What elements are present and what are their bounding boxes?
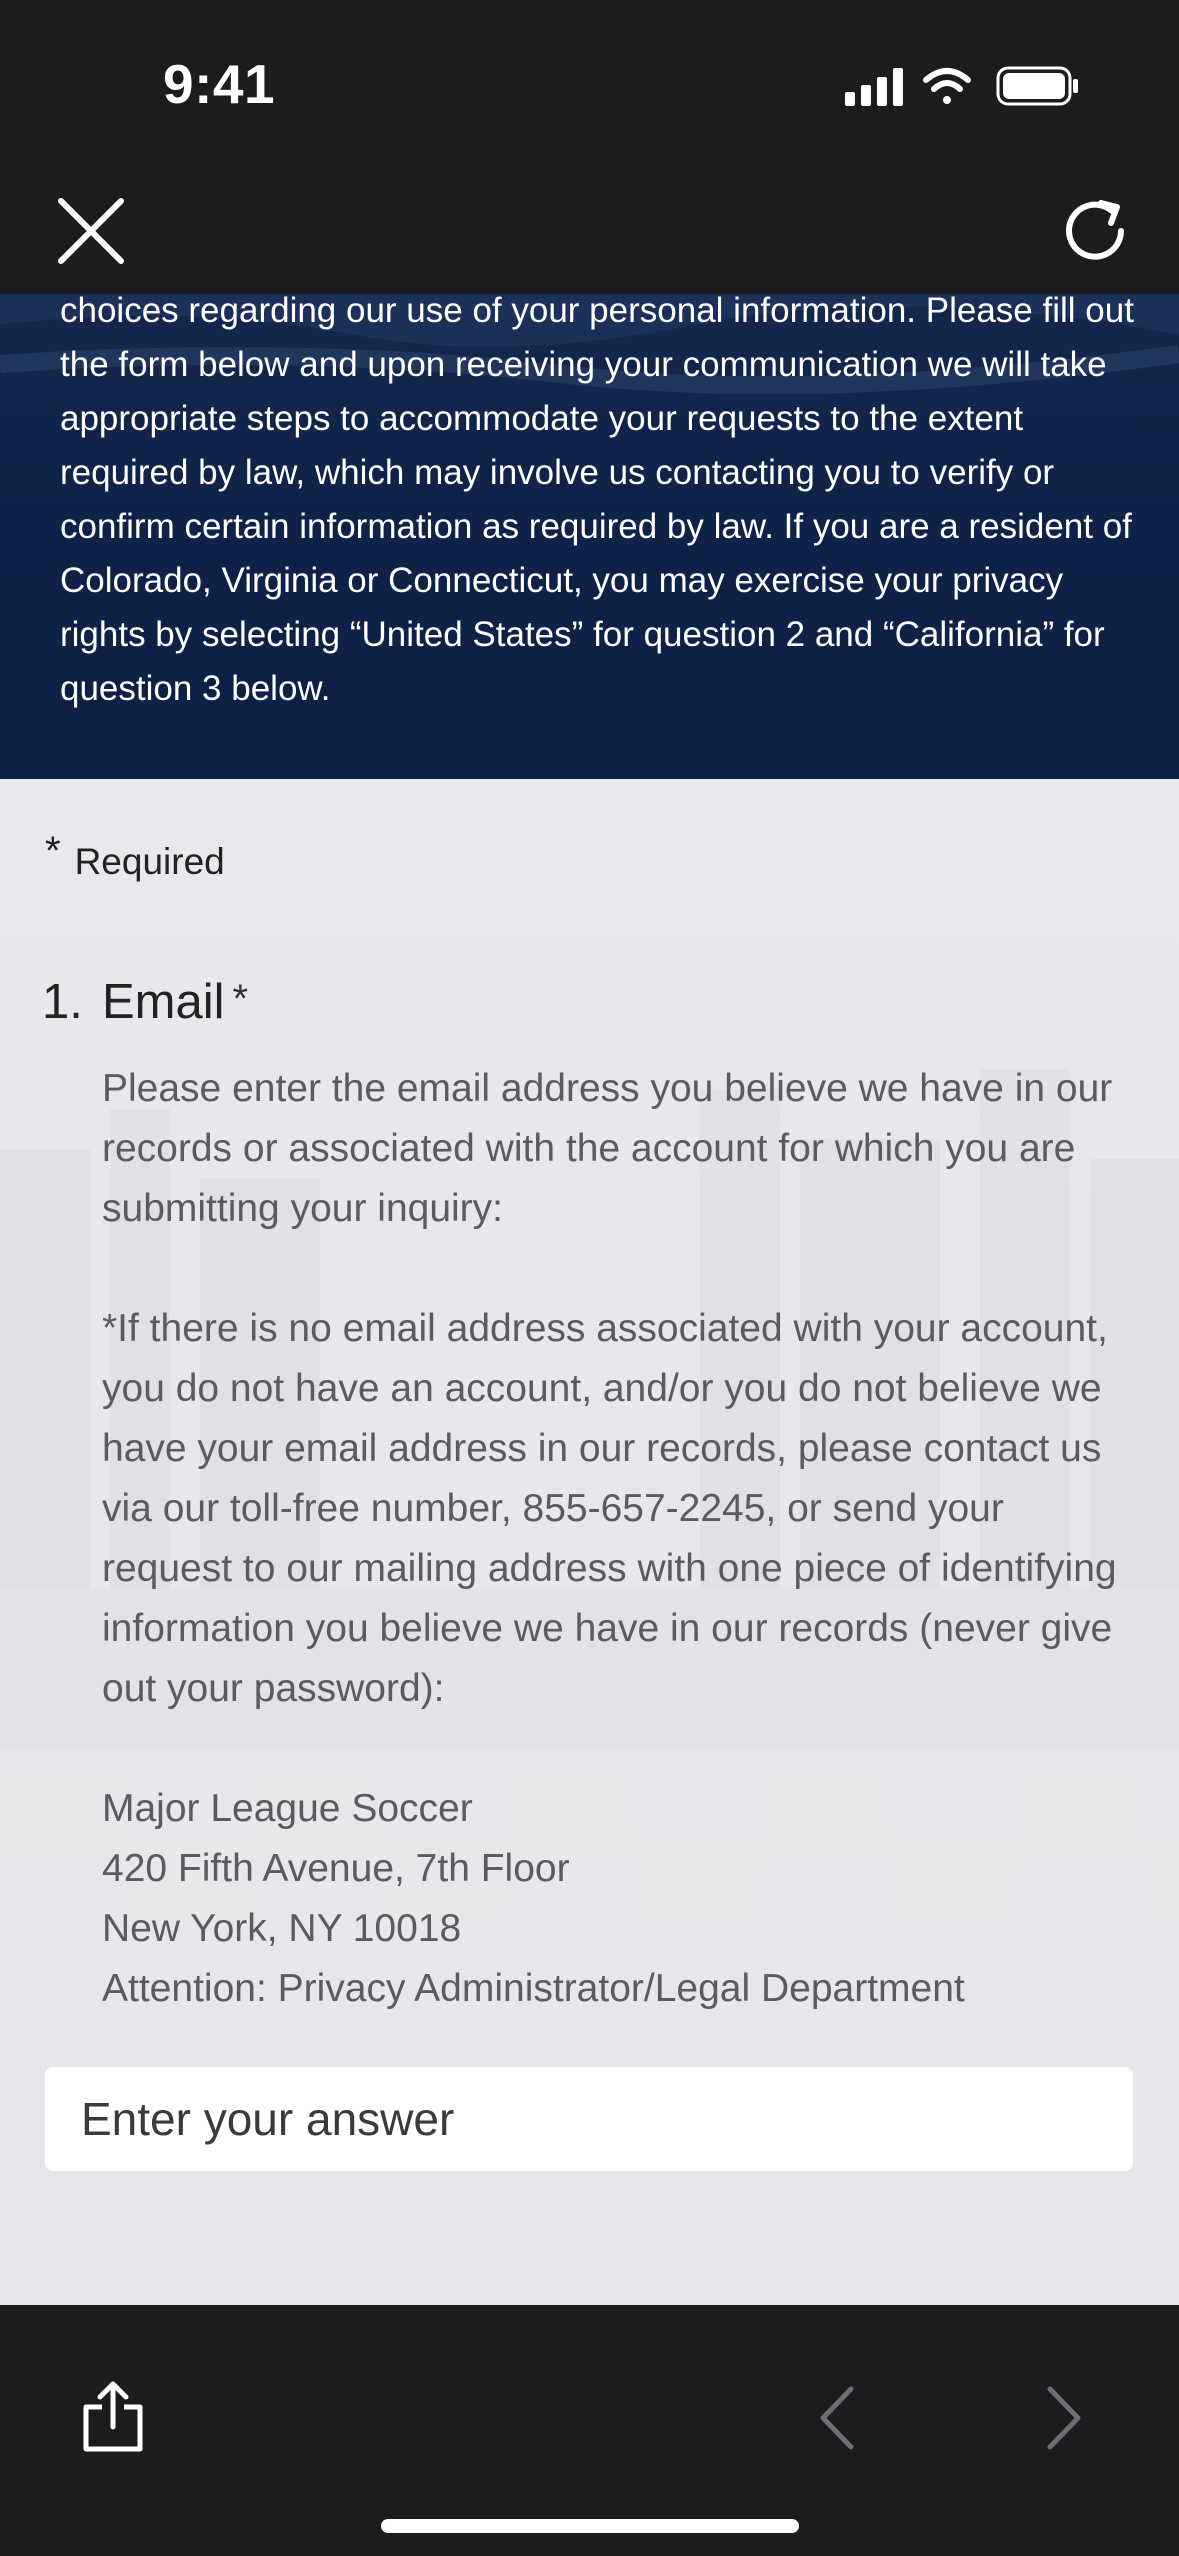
address-line: 420 Fifth Avenue, 7th Floor (102, 1847, 570, 1890)
form-area: * Required 1. Email * Please enter the ema… (0, 779, 1179, 2305)
intro-section: choices regarding our use of your person… (0, 294, 1179, 779)
address-line: Major League Soccer (102, 1787, 473, 1830)
battery-icon (996, 66, 1078, 106)
required-label: Required (74, 841, 225, 882)
address-line: Attention: Privacy Administrator/Legal D… (102, 1967, 965, 2010)
chevron-left-icon[interactable] (815, 2385, 861, 2451)
question-title: Email * (102, 974, 248, 1030)
question-title-text: Email (102, 975, 225, 1029)
question-description: Please enter the email address you belie… (102, 1059, 1142, 2019)
email-answer-input[interactable] (45, 2067, 1133, 2171)
browser-top-bar (0, 176, 1179, 294)
status-time: 9:41 (163, 53, 276, 115)
wifi-icon (923, 68, 971, 104)
cellular-signal-icon (845, 68, 903, 106)
required-asterisk: * (45, 829, 61, 873)
home-indicator (381, 2519, 799, 2533)
description-paragraph: *If there is no email address associated… (102, 1307, 1117, 1710)
required-mark: * (232, 977, 249, 1021)
share-icon[interactable] (80, 2381, 146, 2453)
intro-text: choices regarding our use of your person… (60, 294, 1134, 708)
reload-icon[interactable] (1057, 193, 1133, 269)
description-paragraph: Please enter the email address you belie… (102, 1067, 1113, 1230)
chevron-right-icon[interactable] (1040, 2385, 1086, 2451)
address-line: New York, NY 10018 (102, 1907, 462, 1950)
status-icons (845, 66, 1078, 106)
close-icon[interactable] (55, 195, 127, 267)
question-number: 1. (42, 975, 83, 1029)
required-note: * Required (45, 829, 225, 884)
